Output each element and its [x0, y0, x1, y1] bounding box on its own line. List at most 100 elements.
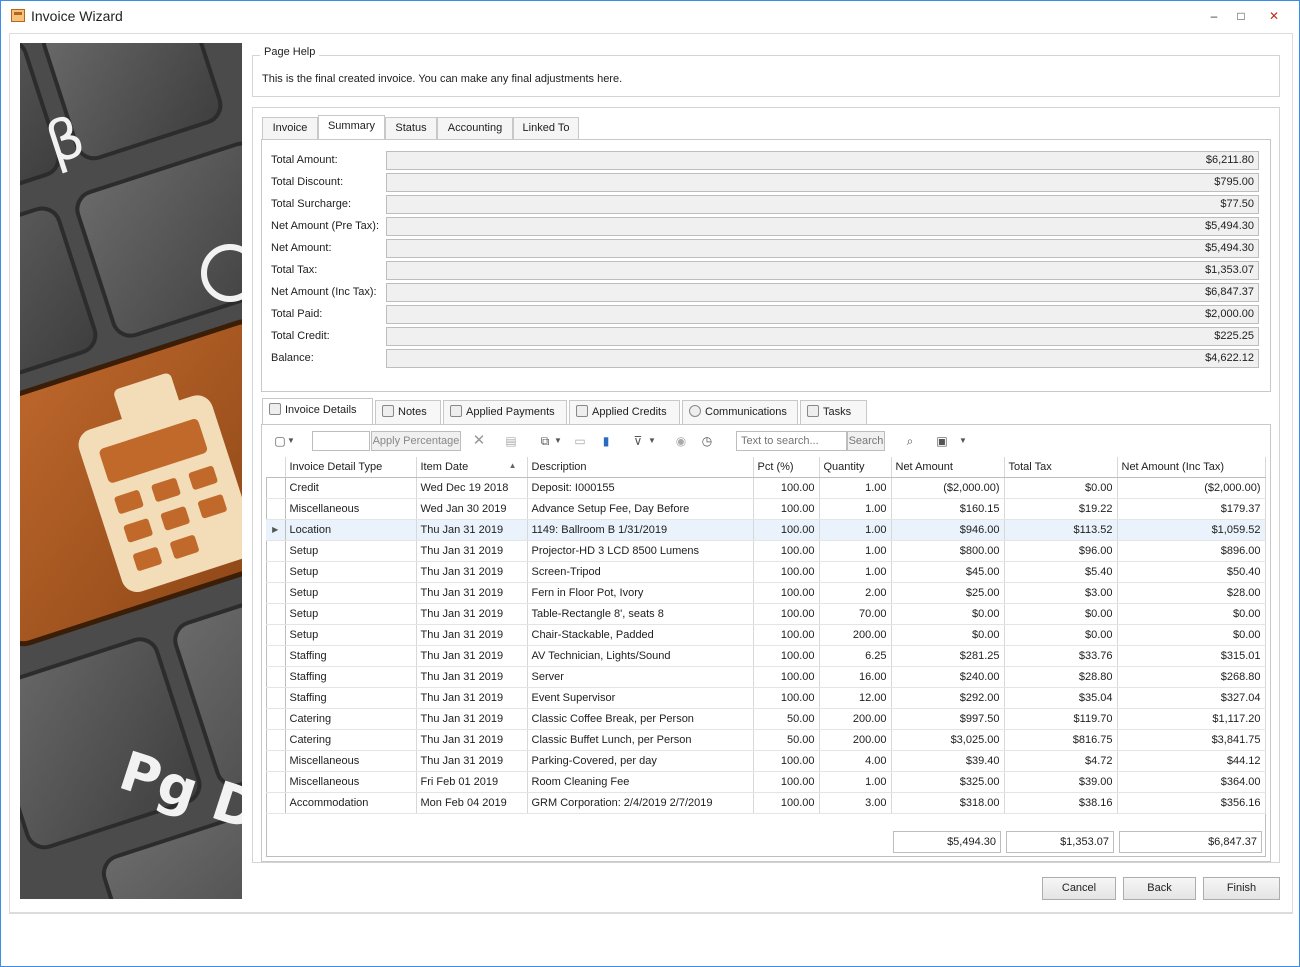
table-row[interactable]: Staffing Thu Jan 31 2019 Server 100.00 16.00… — [266, 666, 1266, 688]
table-cell[interactable]: $96.00 — [1004, 540, 1118, 562]
table-cell[interactable]: $44.12 — [1117, 750, 1266, 772]
table-cell[interactable]: Thu Jan 31 2019 — [416, 645, 528, 667]
tab-tasks[interactable]: Tasks — [800, 400, 867, 424]
table-cell[interactable]: 100.00 — [753, 582, 820, 604]
filter-icon[interactable]: ⊽ — [630, 433, 646, 449]
table-cell[interactable]: $3,841.75 — [1117, 729, 1266, 751]
row-indicator[interactable] — [266, 624, 286, 646]
table-cell[interactable]: 3.00 — [819, 792, 892, 814]
row-indicator[interactable] — [266, 792, 286, 814]
export-icon[interactable]: ▮ — [598, 433, 614, 449]
table-cell[interactable]: 2.00 — [819, 582, 892, 604]
table-cell[interactable]: Table-Rectangle 8', seats 8 — [527, 603, 754, 625]
maximize-button[interactable]: □ — [1228, 4, 1254, 28]
table-cell[interactable]: Fri Feb 01 2019 — [416, 771, 528, 793]
table-row[interactable]: Miscellaneous Fri Feb 01 2019 Room Cleanin… — [266, 771, 1266, 793]
table-cell[interactable]: 100.00 — [753, 687, 820, 709]
table-cell[interactable]: Thu Jan 31 2019 — [416, 519, 528, 541]
table-cell[interactable]: $3,025.00 — [891, 729, 1005, 751]
table-cell[interactable]: Thu Jan 31 2019 — [416, 603, 528, 625]
row-indicator[interactable] — [266, 687, 286, 709]
table-cell[interactable]: $997.50 — [891, 708, 1005, 730]
column-header-item-date[interactable]: Item Date ▲ — [416, 457, 528, 478]
table-row[interactable]: Setup Thu Jan 31 2019 Table-Rectangle 8', … — [266, 603, 1266, 625]
table-cell[interactable]: Location — [285, 519, 417, 541]
table-cell[interactable]: Thu Jan 31 2019 — [416, 666, 528, 688]
disabled-action-icon[interactable]: ▤ — [503, 433, 519, 449]
table-cell[interactable]: Credit — [285, 477, 417, 499]
table-cell[interactable]: AV Technician, Lights/Sound — [527, 645, 754, 667]
table-cell[interactable]: 100.00 — [753, 603, 820, 625]
table-cell[interactable]: Deposit: I000155 — [527, 477, 754, 499]
apply-percentage-button[interactable]: Apply Percentage — [371, 431, 461, 451]
table-cell[interactable]: $179.37 — [1117, 498, 1266, 520]
back-button[interactable]: Back — [1123, 877, 1196, 900]
table-cell[interactable]: $0.00 — [891, 624, 1005, 646]
column-header[interactable]: Pct (%) — [753, 457, 820, 478]
row-indicator[interactable] — [266, 582, 286, 604]
table-cell[interactable]: Advance Setup Fee, Day Before — [527, 498, 754, 520]
table-cell[interactable]: $0.00 — [1004, 477, 1118, 499]
table-cell[interactable]: Chair-Stackable, Padded — [527, 624, 754, 646]
table-cell[interactable]: Thu Jan 31 2019 — [416, 582, 528, 604]
table-cell[interactable]: Thu Jan 31 2019 — [416, 540, 528, 562]
table-cell[interactable]: $160.15 — [891, 498, 1005, 520]
table-cell[interactable]: 100.00 — [753, 540, 820, 562]
table-cell[interactable]: $28.80 — [1004, 666, 1118, 688]
table-row[interactable]: Setup Thu Jan 31 2019 Projector-HD 3 LCD 8… — [266, 540, 1266, 562]
table-cell[interactable]: 1.00 — [819, 519, 892, 541]
table-cell[interactable]: Thu Jan 31 2019 — [416, 708, 528, 730]
row-indicator[interactable] — [266, 729, 286, 751]
table-cell[interactable]: $896.00 — [1117, 540, 1266, 562]
table-cell[interactable]: Setup — [285, 540, 417, 562]
table-cell[interactable]: 100.00 — [753, 498, 820, 520]
table-cell[interactable]: 100.00 — [753, 477, 820, 499]
table-cell[interactable]: 100.00 — [753, 666, 820, 688]
table-cell[interactable]: $816.75 — [1004, 729, 1118, 751]
table-cell[interactable]: Screen-Tripod — [527, 561, 754, 583]
search-input[interactable] — [736, 431, 847, 451]
close-button[interactable]: ✕ — [1261, 4, 1287, 28]
table-cell[interactable]: $0.00 — [1004, 624, 1118, 646]
table-cell[interactable]: 200.00 — [819, 624, 892, 646]
table-cell[interactable]: 100.00 — [753, 645, 820, 667]
table-cell[interactable]: $318.00 — [891, 792, 1005, 814]
table-cell[interactable]: 100.00 — [753, 792, 820, 814]
table-cell[interactable]: $113.52 — [1004, 519, 1118, 541]
table-cell[interactable]: $0.00 — [1117, 624, 1266, 646]
table-cell[interactable]: 100.00 — [753, 624, 820, 646]
table-cell[interactable]: Server — [527, 666, 754, 688]
table-cell[interactable]: $35.04 — [1004, 687, 1118, 709]
table-cell[interactable]: Staffing — [285, 666, 417, 688]
row-indicator[interactable] — [266, 708, 286, 730]
tab-summary[interactable]: Summary — [318, 115, 385, 139]
table-cell[interactable]: $1,059.52 — [1117, 519, 1266, 541]
finish-button[interactable]: Finish — [1203, 877, 1280, 900]
table-cell[interactable]: ($2,000.00) — [1117, 477, 1266, 499]
tab-invoice-details[interactable]: Invoice Details — [262, 398, 373, 424]
table-cell[interactable]: Wed Dec 19 2018 — [416, 477, 528, 499]
table-cell[interactable]: $268.80 — [1117, 666, 1266, 688]
tab-linked-to[interactable]: Linked To — [513, 117, 579, 139]
table-row[interactable]: Setup Thu Jan 31 2019 Chair-Stackable, Pad… — [266, 624, 1266, 646]
table-cell[interactable]: $356.16 — [1117, 792, 1266, 814]
table-row[interactable]: Setup Thu Jan 31 2019 Screen-Tripod 100.00 1… — [266, 561, 1266, 583]
table-cell[interactable]: Parking-Covered, per day — [527, 750, 754, 772]
tab-applied-credits[interactable]: Applied Credits — [569, 400, 680, 424]
table-cell[interactable]: 50.00 — [753, 729, 820, 751]
table-cell[interactable]: 1.00 — [819, 477, 892, 499]
tab-status[interactable]: Status — [385, 117, 437, 139]
table-cell[interactable]: $240.00 — [891, 666, 1005, 688]
paste-icon[interactable]: ▭ — [572, 433, 588, 449]
table-cell[interactable]: 12.00 — [819, 687, 892, 709]
row-indicator[interactable] — [266, 666, 286, 688]
table-cell[interactable]: Miscellaneous — [285, 498, 417, 520]
table-cell[interactable]: 1.00 — [819, 498, 892, 520]
table-cell[interactable]: Thu Jan 31 2019 — [416, 624, 528, 646]
tab-accounting[interactable]: Accounting — [437, 117, 513, 139]
table-cell[interactable]: 6.25 — [819, 645, 892, 667]
search-button[interactable]: Search — [847, 431, 885, 451]
table-row[interactable]: Staffing Thu Jan 31 2019 Event Supervisor 1… — [266, 687, 1266, 709]
table-cell[interactable]: Thu Jan 31 2019 — [416, 729, 528, 751]
table-cell[interactable]: $0.00 — [1004, 603, 1118, 625]
